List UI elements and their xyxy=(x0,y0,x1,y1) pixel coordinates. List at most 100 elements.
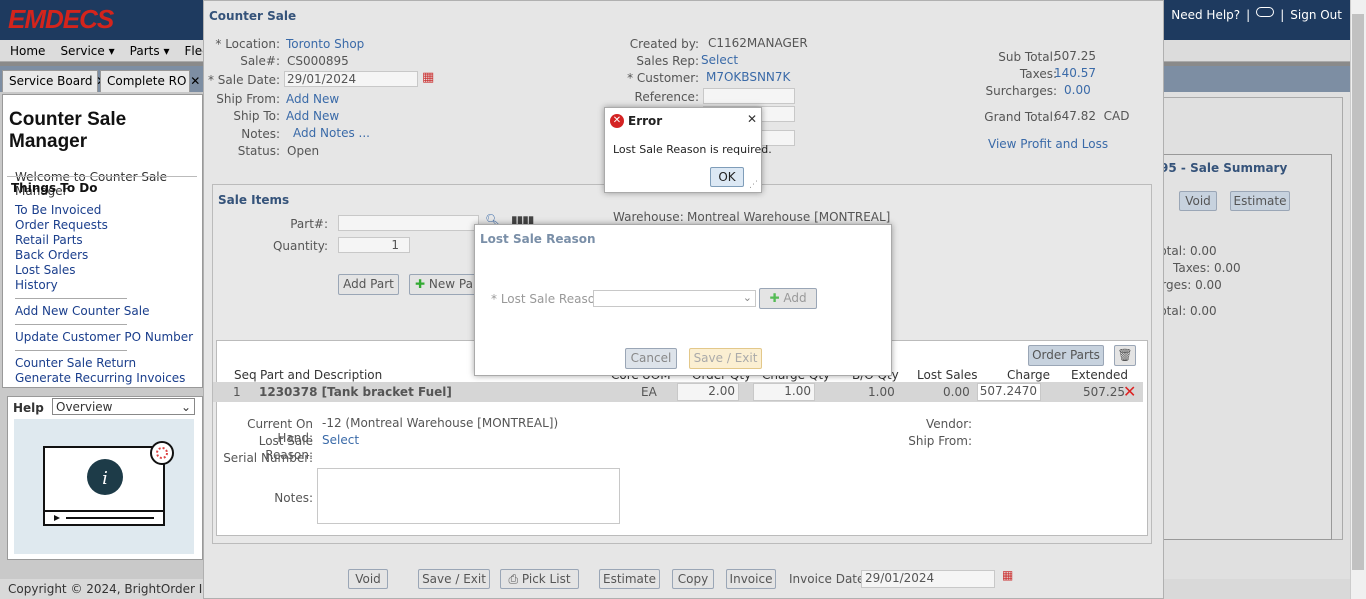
lost-save-exit-button[interactable]: Save / Exit xyxy=(689,348,762,369)
customer-label: * Customer: xyxy=(627,71,699,85)
surcharges-value[interactable]: 0.00 xyxy=(1064,83,1091,97)
add-part-button[interactable]: Add Part xyxy=(338,274,399,295)
tab-complete-ro[interactable]: Complete RO ✕ xyxy=(100,70,200,92)
subtotal-value: 507.25 xyxy=(1054,49,1096,63)
order-parts-button[interactable]: Order Parts xyxy=(1028,345,1104,366)
on-hand-value: -12 (Montreal Warehouse [MONTREAL]) xyxy=(322,416,559,430)
lost-sale-reason-dialog: Lost Sale Reason * Lost Sale Reason: ⌄ ✚… xyxy=(474,224,892,376)
invoice-date-value: 29/01/2024 xyxy=(865,571,935,585)
trash-icon[interactable]: 🗑︎ xyxy=(1114,345,1136,366)
delete-row-icon[interactable]: ✕ xyxy=(1123,382,1136,401)
link-to-be-invoiced[interactable]: To Be Invoiced xyxy=(15,203,197,218)
link-back-orders[interactable]: Back Orders xyxy=(15,248,197,263)
chat-icon[interactable] xyxy=(1256,7,1275,17)
help-topic-select[interactable]: Overview ⌄ xyxy=(52,398,195,415)
add-notes-link[interactable]: Add Notes ... xyxy=(293,126,370,140)
quantity-input[interactable]: 1 xyxy=(338,237,410,253)
view-profit-loss-link[interactable]: View Profit and Loss xyxy=(988,137,1108,151)
invoice-calendar-icon[interactable]: ▦ xyxy=(1002,568,1013,582)
link-generate-recurring[interactable]: Generate Recurring Invoices xyxy=(15,371,197,386)
help-video-thumbnail[interactable]: i xyxy=(14,419,194,554)
grand-total-label: Grand Total: xyxy=(984,110,1057,124)
plus-icon: ✚ xyxy=(769,291,780,305)
link-history[interactable]: History xyxy=(15,278,197,293)
quantity-value: 1 xyxy=(391,238,399,252)
divider xyxy=(15,350,127,351)
scrollbar-thumb[interactable] xyxy=(1352,14,1364,570)
summary-void-button[interactable]: Void xyxy=(1179,191,1217,211)
divider xyxy=(15,324,127,325)
link-lost-sales[interactable]: Lost Sales xyxy=(15,263,197,278)
calendar-icon[interactable]: ▦ xyxy=(422,70,434,85)
page-title: Counter Sale Manager xyxy=(9,109,127,152)
tab-label: Service Board xyxy=(9,74,93,88)
printer-icon: ⎙ xyxy=(508,572,519,586)
nav-home[interactable]: Home xyxy=(0,40,50,58)
sales-rep-select[interactable]: Select xyxy=(701,53,738,67)
summary-taxes-label: Taxes: xyxy=(1173,261,1211,275)
new-part-label: New Pa xyxy=(428,277,473,291)
separator: | xyxy=(1246,8,1251,22)
error-title: Error xyxy=(628,114,663,128)
notes-label: Notes: xyxy=(241,127,280,141)
copy-button[interactable]: Copy xyxy=(672,569,714,589)
lost-reason-dropdown[interactable]: ⌄ xyxy=(593,290,756,307)
estimate-button[interactable]: Estimate xyxy=(599,569,660,589)
summary-estimate-button[interactable]: Estimate xyxy=(1230,191,1290,211)
window-title: Counter Sale xyxy=(209,9,297,23)
invoice-button[interactable]: Invoice xyxy=(726,569,776,589)
row-notes-textarea[interactable] xyxy=(317,468,620,524)
table-row[interactable]: 1 1230378 [Tank bracket Fuel] EA 2.00 1.… xyxy=(213,382,1143,402)
lost-reason-add-button[interactable]: ✚ Add xyxy=(759,288,817,309)
location-label: * Location: xyxy=(215,37,280,51)
row-charge[interactable]: 507.2470 xyxy=(977,383,1041,401)
link-order-requests[interactable]: Order Requests xyxy=(15,218,197,233)
help-topic-value: Overview xyxy=(56,399,113,414)
row-charge-qty[interactable]: 1.00 xyxy=(753,383,815,401)
separator: | xyxy=(1280,8,1285,22)
col-seq: Seq xyxy=(234,368,257,382)
save-exit-button[interactable]: Save / Exit xyxy=(418,569,490,589)
tab-service-board[interactable]: Service Board ✕ xyxy=(2,70,106,92)
part-input[interactable] xyxy=(338,215,479,231)
reference-label: Reference: xyxy=(634,90,699,104)
things-to-do: Things To Do To Be Invoiced Order Reques… xyxy=(7,176,197,388)
serial-label: Serial Number: xyxy=(223,451,313,465)
link-update-customer-po[interactable]: Update Customer PO Number xyxy=(15,330,197,345)
close-icon[interactable]: ✕ xyxy=(190,74,200,88)
ship-to-link[interactable]: Add New xyxy=(286,109,339,123)
close-icon[interactable]: ✕ xyxy=(747,112,757,126)
row-order-qty[interactable]: 2.00 xyxy=(677,383,739,401)
location-value[interactable]: Toronto Shop xyxy=(286,37,364,51)
need-help-link[interactable]: Need Help? xyxy=(1171,8,1240,22)
summary-subtotal-value: 0.00 xyxy=(1189,244,1217,258)
taxes-value[interactable]: 140.57 xyxy=(1054,66,1096,80)
chevron-down-icon: ⌄ xyxy=(180,399,191,414)
row-charge-value: 507.2470 xyxy=(979,384,1037,398)
tab-label: Complete RO xyxy=(107,74,187,88)
warehouse-value: Montreal Warehouse [MONTREAL] xyxy=(687,210,891,224)
resize-grip-icon[interactable]: ⋰ xyxy=(749,180,758,190)
lost-reason-select[interactable]: Select xyxy=(322,433,359,447)
sign-out-link[interactable]: Sign Out xyxy=(1290,8,1342,22)
customer-value[interactable]: M7OKBSNN7K xyxy=(706,70,790,84)
new-part-button[interactable]: ✚ New Pa xyxy=(409,274,479,295)
reference-input[interactable] xyxy=(703,88,795,104)
nav-parts[interactable]: Parts ▾ xyxy=(120,40,175,58)
invoice-date-input[interactable]: 29/01/2024 xyxy=(861,570,995,588)
link-counter-sale-return[interactable]: Counter Sale Return xyxy=(15,356,197,371)
void-button[interactable]: Void xyxy=(348,569,388,589)
currency: CAD xyxy=(1103,109,1130,123)
pick-list-button[interactable]: ⎙ Pick List xyxy=(500,569,579,589)
ship-from-link[interactable]: Add New xyxy=(286,92,339,106)
link-add-new-counter-sale[interactable]: Add New Counter Sale xyxy=(15,304,197,319)
ok-button[interactable]: OK xyxy=(710,167,744,187)
col-lost-sales: Lost Sales xyxy=(917,368,978,382)
item-ship-from-label: Ship From: xyxy=(908,434,972,448)
col-charge: Charge xyxy=(1007,368,1051,382)
sale-date-input[interactable]: 29/01/2024 xyxy=(284,71,418,87)
lost-cancel-button[interactable]: Cancel xyxy=(625,348,677,369)
nav-service[interactable]: Service ▾ xyxy=(50,40,119,58)
app-logo[interactable]: EMDECS xyxy=(8,4,114,35)
link-retail-parts[interactable]: Retail Parts xyxy=(15,233,197,248)
